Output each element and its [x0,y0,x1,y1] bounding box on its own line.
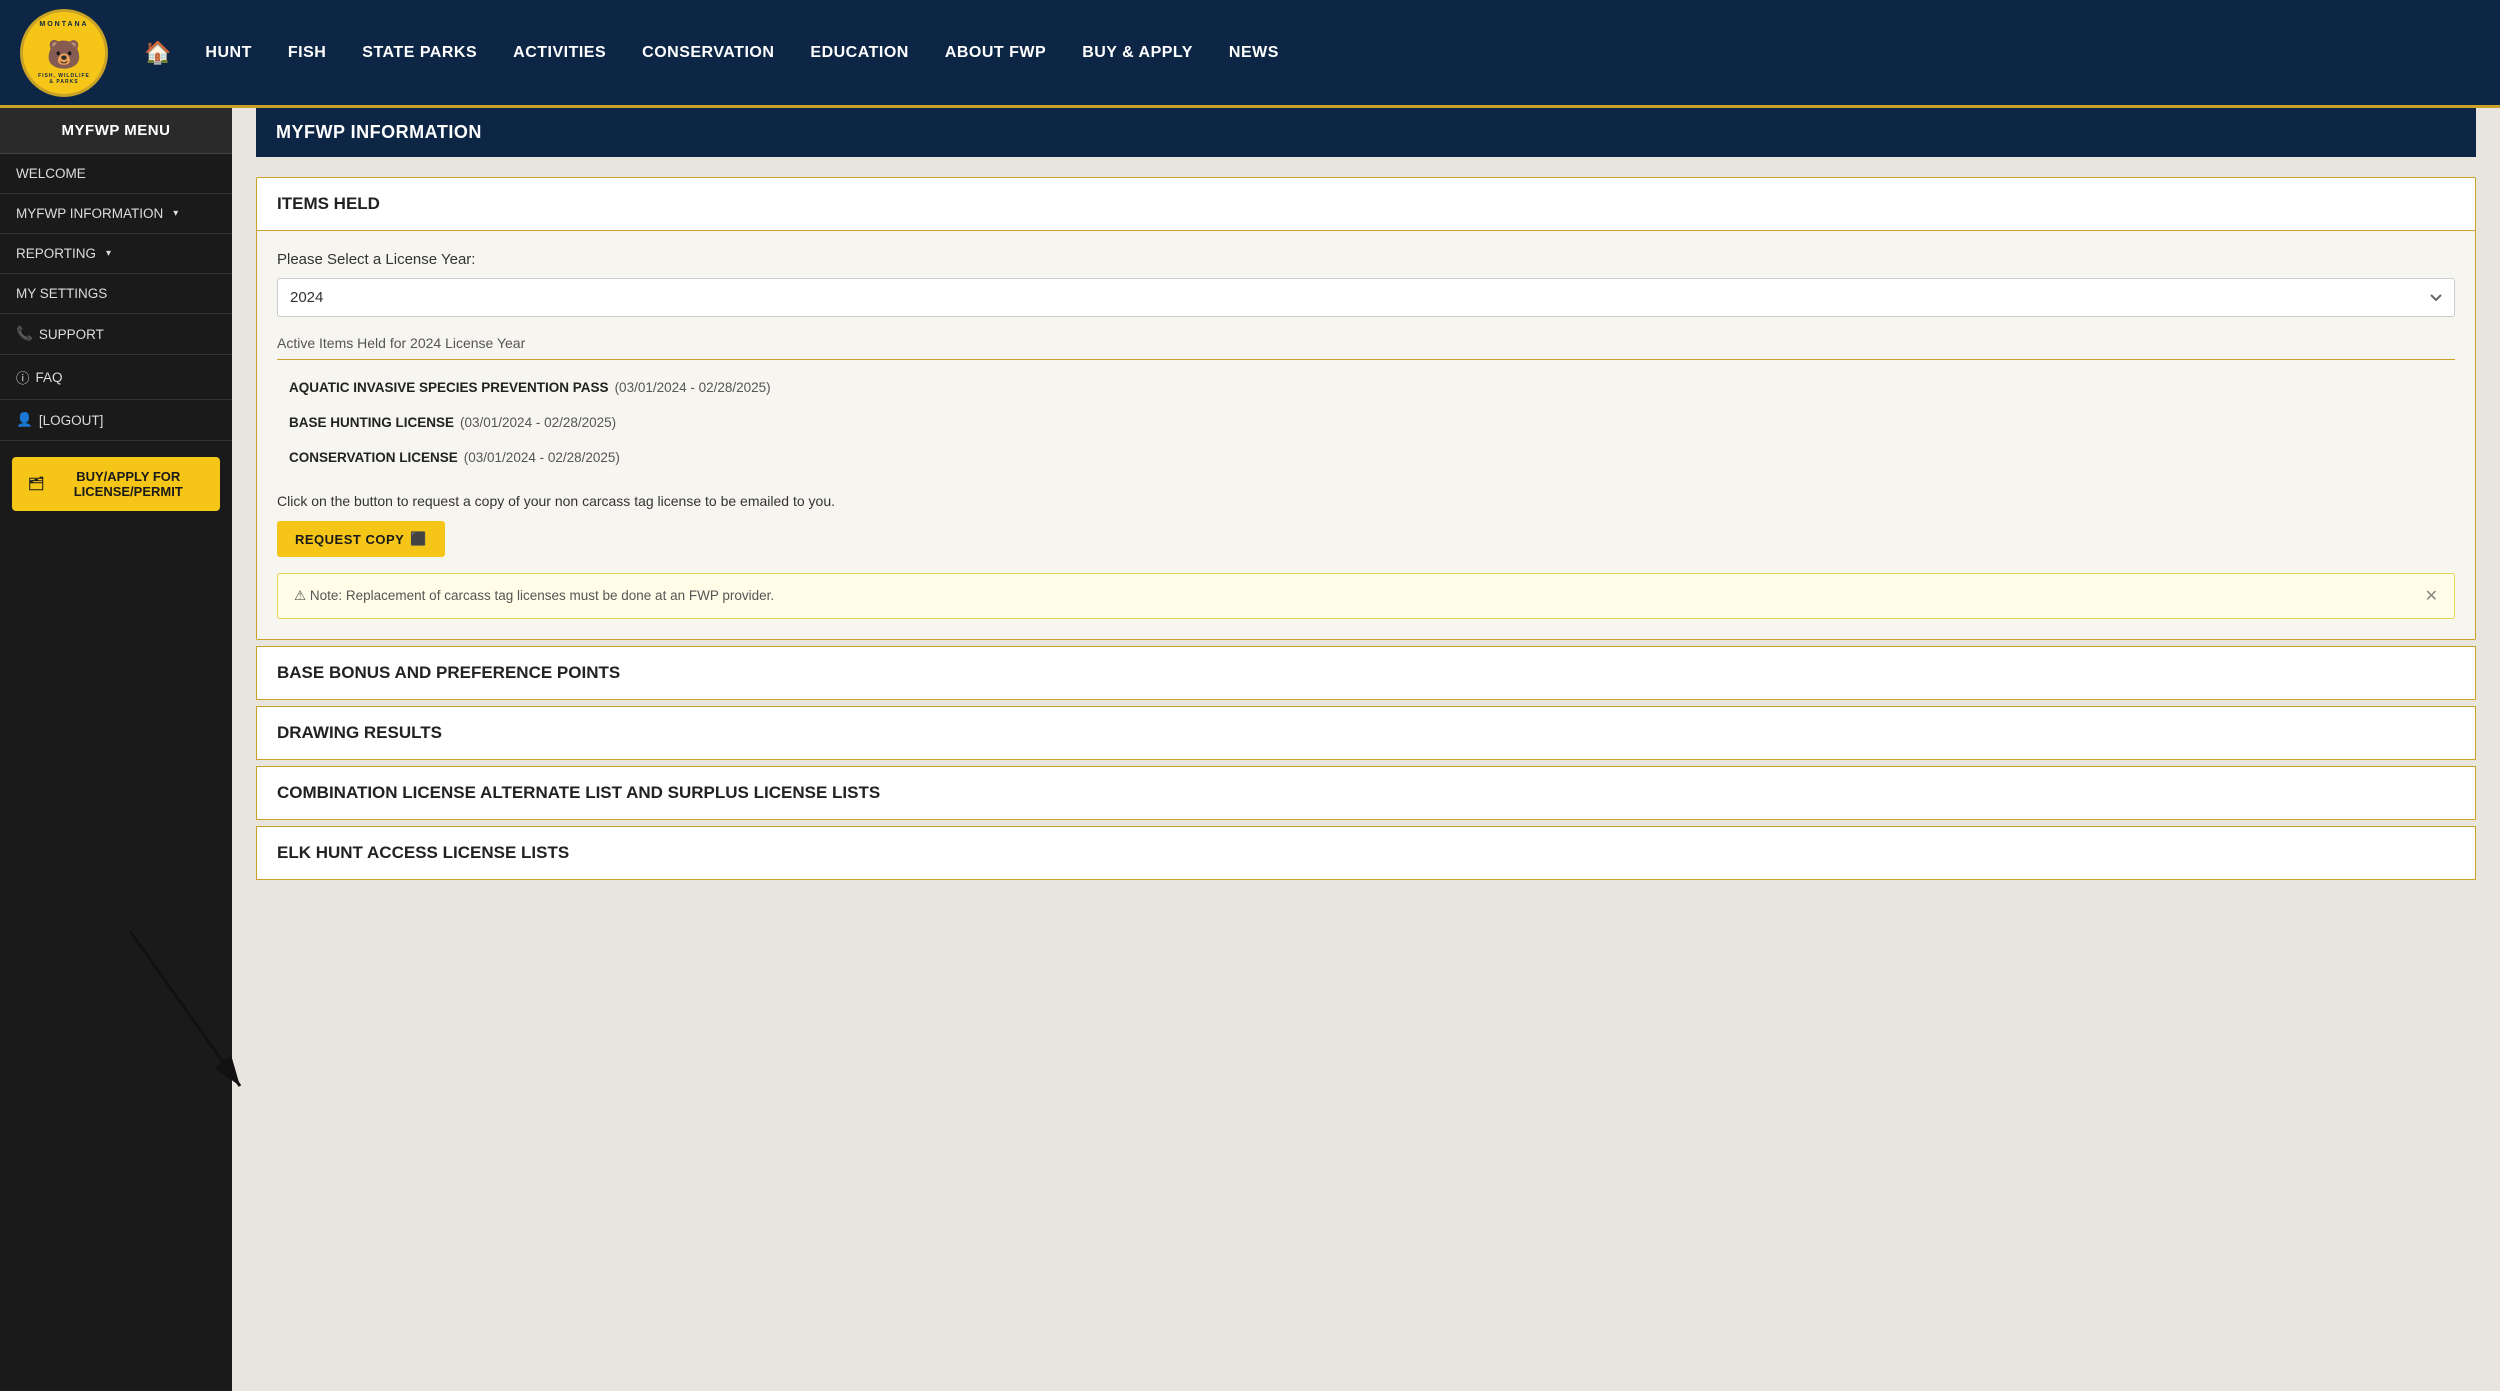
license-name-aquatic: AQUATIC INVASIVE SPECIES PREVENTION PASS [289,380,609,395]
sidebar-item-welcome[interactable]: WELCOME [0,154,232,194]
buy-apply-button[interactable]: 🗂 BUY/APPLY FOR LICENSE/PERMIT [12,457,220,511]
user-icon: 👤 [16,412,33,428]
site-header: MONTANA 🐻 FISH, WILDLIFE& PARKS 🏠 HUNT F… [0,0,2500,108]
note-box: ⚠ Note: Replacement of carcass tag licen… [277,573,2455,619]
license-date-conservation: (03/01/2024 - 02/28/2025) [464,450,620,465]
elk-hunt-section[interactable]: ELK HUNT ACCESS LICENSE LISTS [256,826,2476,880]
active-items-label: Active Items Held for 2024 License Year [277,335,2455,360]
combo-license-label: COMBINATION LICENSE ALTERNATE LIST AND S… [277,783,880,802]
main-content: MYFWP INFORMATION ITEMS HELD Please Sele… [232,108,2500,1391]
sidebar-item-reporting[interactable]: REPORTING ▾ [0,234,232,274]
nav-home-icon[interactable]: 🏠 [128,30,187,76]
drawing-results-label: DRAWING RESULTS [277,723,442,742]
sidebar-item-faq[interactable]: ⓘ FAQ [0,355,232,400]
request-copy-label: REQUEST COPY [295,532,404,547]
card-icon: 🗂 [28,476,45,492]
sidebar-item-my-settings[interactable]: MY SETTINGS [0,274,232,314]
sidebar-label-faq: FAQ [36,370,63,385]
nav-state-parks[interactable]: STATE PARKS [344,34,495,72]
logo-text-fwp: FISH, WILDLIFE& PARKS [38,73,90,85]
license-name-hunting: BASE HUNTING LICENSE [289,415,454,430]
main-nav: 🏠 HUNT FISH STATE PARKS ACTIVITIES CONSE… [128,30,2480,76]
sidebar-label-myfwp-info: MYFWP INFORMATION [16,206,163,221]
nav-education[interactable]: EDUCATION [792,34,926,72]
nav-activities[interactable]: ACTIVITIES [495,34,624,72]
note-text: ⚠ Note: Replacement of carcass tag licen… [294,588,774,604]
drawing-results-section[interactable]: DRAWING RESULTS [256,706,2476,760]
sidebar-item-support[interactable]: 📞 SUPPORT [0,314,232,355]
license-item-aquatic: AQUATIC INVASIVE SPECIES PREVENTION PASS… [277,370,2455,405]
items-held-header[interactable]: ITEMS HELD [257,178,2475,230]
base-bonus-section[interactable]: BASE BONUS AND PREFERENCE POINTS [256,646,2476,700]
elk-hunt-label: ELK HUNT ACCESS LICENSE LISTS [277,843,569,862]
sidebar-item-myfwp-info[interactable]: MYFWP INFORMATION ▾ [0,194,232,234]
license-date-aquatic: (03/01/2024 - 02/28/2025) [615,380,771,395]
base-bonus-label: BASE BONUS AND PREFERENCE POINTS [277,663,620,682]
page-title: MYFWP INFORMATION [256,108,2476,157]
chevron-down-icon: ▾ [106,248,111,259]
combo-license-section[interactable]: COMBINATION LICENSE ALTERNATE LIST AND S… [256,766,2476,820]
buy-apply-label: BUY/APPLY FOR LICENSE/PERMIT [53,469,204,499]
sidebar-label-logout: [LOGOUT] [39,413,104,428]
chevron-down-icon: ▾ [173,208,178,219]
site-logo[interactable]: MONTANA 🐻 FISH, WILDLIFE& PARKS [20,9,108,97]
main-layout: MYFWP MENU WELCOME MYFWP INFORMATION ▾ R… [0,108,2500,1391]
logo-bear-icon: 🐻 [47,38,82,71]
logo-text-montana: MONTANA [39,21,88,28]
license-item-hunting: BASE HUNTING LICENSE (03/01/2024 - 02/28… [277,405,2455,440]
nav-news[interactable]: NEWS [1211,34,1297,72]
note-close-button[interactable]: ✕ [2425,586,2438,606]
sidebar-label-reporting: REPORTING [16,246,96,261]
sidebar-label-support: SUPPORT [39,327,104,342]
warning-icon: ⚠ [294,588,306,603]
license-year-label: Please Select a License Year: [277,251,2455,268]
phone-icon: 📞 [16,326,33,342]
items-held-content: Please Select a License Year: 2022 2023 … [257,230,2475,639]
license-name-conservation: CONSERVATION LICENSE [289,450,458,465]
nav-hunt[interactable]: HUNT [187,34,269,72]
sidebar: MYFWP MENU WELCOME MYFWP INFORMATION ▾ R… [0,108,232,1391]
nav-about-fwp[interactable]: ABOUT FWP [927,34,1064,72]
email-request-text: Click on the button to request a copy of… [277,493,2455,509]
nav-fish[interactable]: FISH [270,34,344,72]
sidebar-label-my-settings: MY SETTINGS [16,286,107,301]
license-item-conservation: CONSERVATION LICENSE (03/01/2024 - 02/28… [277,440,2455,475]
nav-conservation[interactable]: CONSERVATION [624,34,792,72]
nav-buy-apply[interactable]: BUY & APPLY [1064,34,1211,72]
request-copy-button[interactable]: REQUEST COPY ⬛ [277,521,445,557]
license-date-hunting: (03/01/2024 - 02/28/2025) [460,415,616,430]
license-year-select[interactable]: 2022 2023 2024 2025 [277,278,2455,317]
external-link-icon: ⬛ [410,531,427,547]
sidebar-title: MYFWP MENU [0,108,232,154]
sidebar-label-welcome: WELCOME [16,166,86,181]
items-held-section: ITEMS HELD Please Select a License Year:… [256,177,2476,640]
question-icon: ⓘ [16,367,30,387]
sidebar-item-logout[interactable]: 👤 [LOGOUT] [0,400,232,441]
